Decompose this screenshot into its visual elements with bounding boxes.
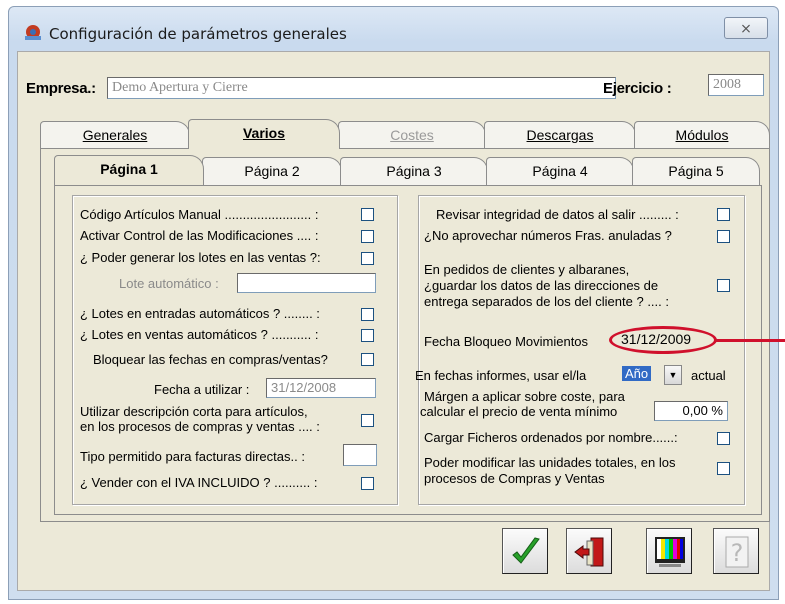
empresa-label: Empresa.: [26, 80, 96, 97]
descripcion-corta-checkbox[interactable] [361, 414, 374, 427]
lotes-ventas-auto-checkbox[interactable] [361, 329, 374, 342]
tv-test-icon [655, 537, 685, 567]
unidades-label-2: procesos de Compras y Ventas [424, 471, 605, 486]
sub-tabs: Página 1 Página 2 Página 3 Página 4 Pági… [54, 155, 766, 185]
fechas-informes-label: En fechas informes, usar el/la [415, 368, 587, 383]
tipo-facturas-field[interactable] [343, 444, 377, 466]
help-button[interactable]: ? [713, 528, 759, 574]
tab-descargas[interactable]: Descargas [484, 121, 636, 149]
ejercicio-label: Ejercicio : [603, 80, 672, 97]
lote-automatico-label: Lote automático : [119, 276, 219, 291]
revisar-integridad-label: Revisar integridad de datos al salir ...… [436, 207, 679, 222]
codigo-manual-label: Código Artículos Manual ................… [80, 207, 319, 222]
codigo-manual-checkbox[interactable] [361, 208, 374, 221]
lotes-entradas-checkbox[interactable] [361, 308, 374, 321]
iva-incluido-label: ¿ Vender con el IVA INCLUIDO ? .........… [80, 475, 318, 490]
margen-label-2: calcular el precio de venta mínimo [420, 404, 618, 419]
fecha-utilizar-label: Fecha a utilizar : [154, 382, 250, 397]
tab-pagina-3[interactable]: Página 3 [340, 157, 488, 185]
lotes-ventas-q-label: ¿ Poder generar los lotes en las ventas … [80, 250, 321, 265]
fechas-informes-suffix: actual [691, 368, 726, 383]
tab-pagina-2[interactable]: Página 2 [202, 157, 342, 185]
chevron-down-icon: ▼ [668, 370, 678, 380]
no-aprovechar-checkbox[interactable] [717, 230, 730, 243]
tab-pagina-5[interactable]: Página 5 [632, 157, 760, 185]
lotes-ventas-auto-label: ¿ Lotes en ventas automáticos ? ........… [80, 327, 319, 342]
fecha-bloqueo-highlight [609, 326, 717, 354]
lote-automatico-field[interactable] [237, 273, 376, 293]
empresa-field[interactable]: Demo Apertura y Cierre [107, 77, 616, 99]
no-aprovechar-label: ¿No aprovechar números Fras. anuladas ? [424, 228, 672, 243]
tab-varios[interactable]: Varios [188, 119, 340, 149]
tab-modulos[interactable]: Módulos [634, 121, 770, 149]
close-button[interactable]: ⨯ [724, 17, 768, 39]
cargar-ficheros-label: Cargar Ficheros ordenados por nombre....… [424, 430, 678, 445]
revisar-integridad-checkbox[interactable] [717, 208, 730, 221]
app-icon [25, 25, 41, 40]
exit-door-icon [574, 537, 604, 567]
lotes-ventas-q-checkbox[interactable] [361, 252, 374, 265]
lotes-entradas-label: ¿ Lotes en entradas automáticos ? ......… [80, 306, 320, 321]
tab-generales[interactable]: Generales [40, 121, 190, 149]
bloquear-fechas-checkbox[interactable] [361, 353, 374, 366]
ejercicio-field[interactable]: 2008 [708, 74, 764, 96]
fechas-informes-select[interactable]: Año [622, 366, 652, 381]
margen-field[interactable]: 0,00 % [654, 401, 728, 421]
highlight-pointer-line [715, 339, 785, 342]
descripcion-corta-label-1: Utilizar descripción corta para artículo… [80, 404, 308, 419]
bloquear-fechas-label: Bloquear las fechas en compras/ventas? [93, 352, 328, 367]
pedidos-label-1: En pedidos de clientes y albaranes, [424, 262, 630, 277]
window-title: Configuración de parámetros generales [49, 25, 347, 43]
exit-button[interactable] [566, 528, 612, 574]
main-tabs: Generales Varios Costes Descargas Módulo… [40, 119, 770, 149]
accept-button[interactable] [502, 528, 548, 574]
svg-text:?: ? [731, 539, 744, 567]
help-icon: ? [725, 536, 749, 568]
pedidos-checkbox[interactable] [717, 279, 730, 292]
tab-pagina-1[interactable]: Página 1 [54, 155, 204, 185]
display-button[interactable] [646, 528, 692, 574]
unidades-checkbox[interactable] [717, 462, 730, 475]
descripcion-corta-label-2: en los procesos de compras y ventas ....… [80, 419, 320, 434]
cargar-ficheros-checkbox[interactable] [717, 432, 730, 445]
margen-label-1: Márgen a aplicar sobre coste, para [424, 389, 625, 404]
fechas-informes-dropdown[interactable]: ▼ [664, 365, 682, 385]
pedidos-label-2: ¿guardar los datos de las direcciones de [424, 278, 659, 293]
unidades-label-1: Poder modificar las unidades totales, en… [424, 455, 676, 470]
pedidos-label-3: entrega separados de los del cliente ? .… [424, 294, 669, 309]
fecha-bloqueo-label: Fecha Bloqueo Movimientos [424, 334, 589, 349]
tab-costes[interactable]: Costes [338, 121, 486, 149]
fecha-utilizar-field[interactable]: 31/12/2008 [266, 378, 376, 398]
control-modificaciones-label: Activar Control de las Modificaciones ..… [80, 228, 319, 243]
control-modificaciones-checkbox[interactable] [361, 230, 374, 243]
tab-pagina-4[interactable]: Página 4 [486, 157, 634, 185]
iva-incluido-checkbox[interactable] [361, 477, 374, 490]
tipo-facturas-label: Tipo permitido para facturas directas.. … [80, 449, 305, 464]
check-icon [512, 537, 540, 564]
close-icon: ⨯ [740, 20, 752, 36]
title-bar: Configuración de parámetros generales ⨯ [9, 7, 778, 47]
